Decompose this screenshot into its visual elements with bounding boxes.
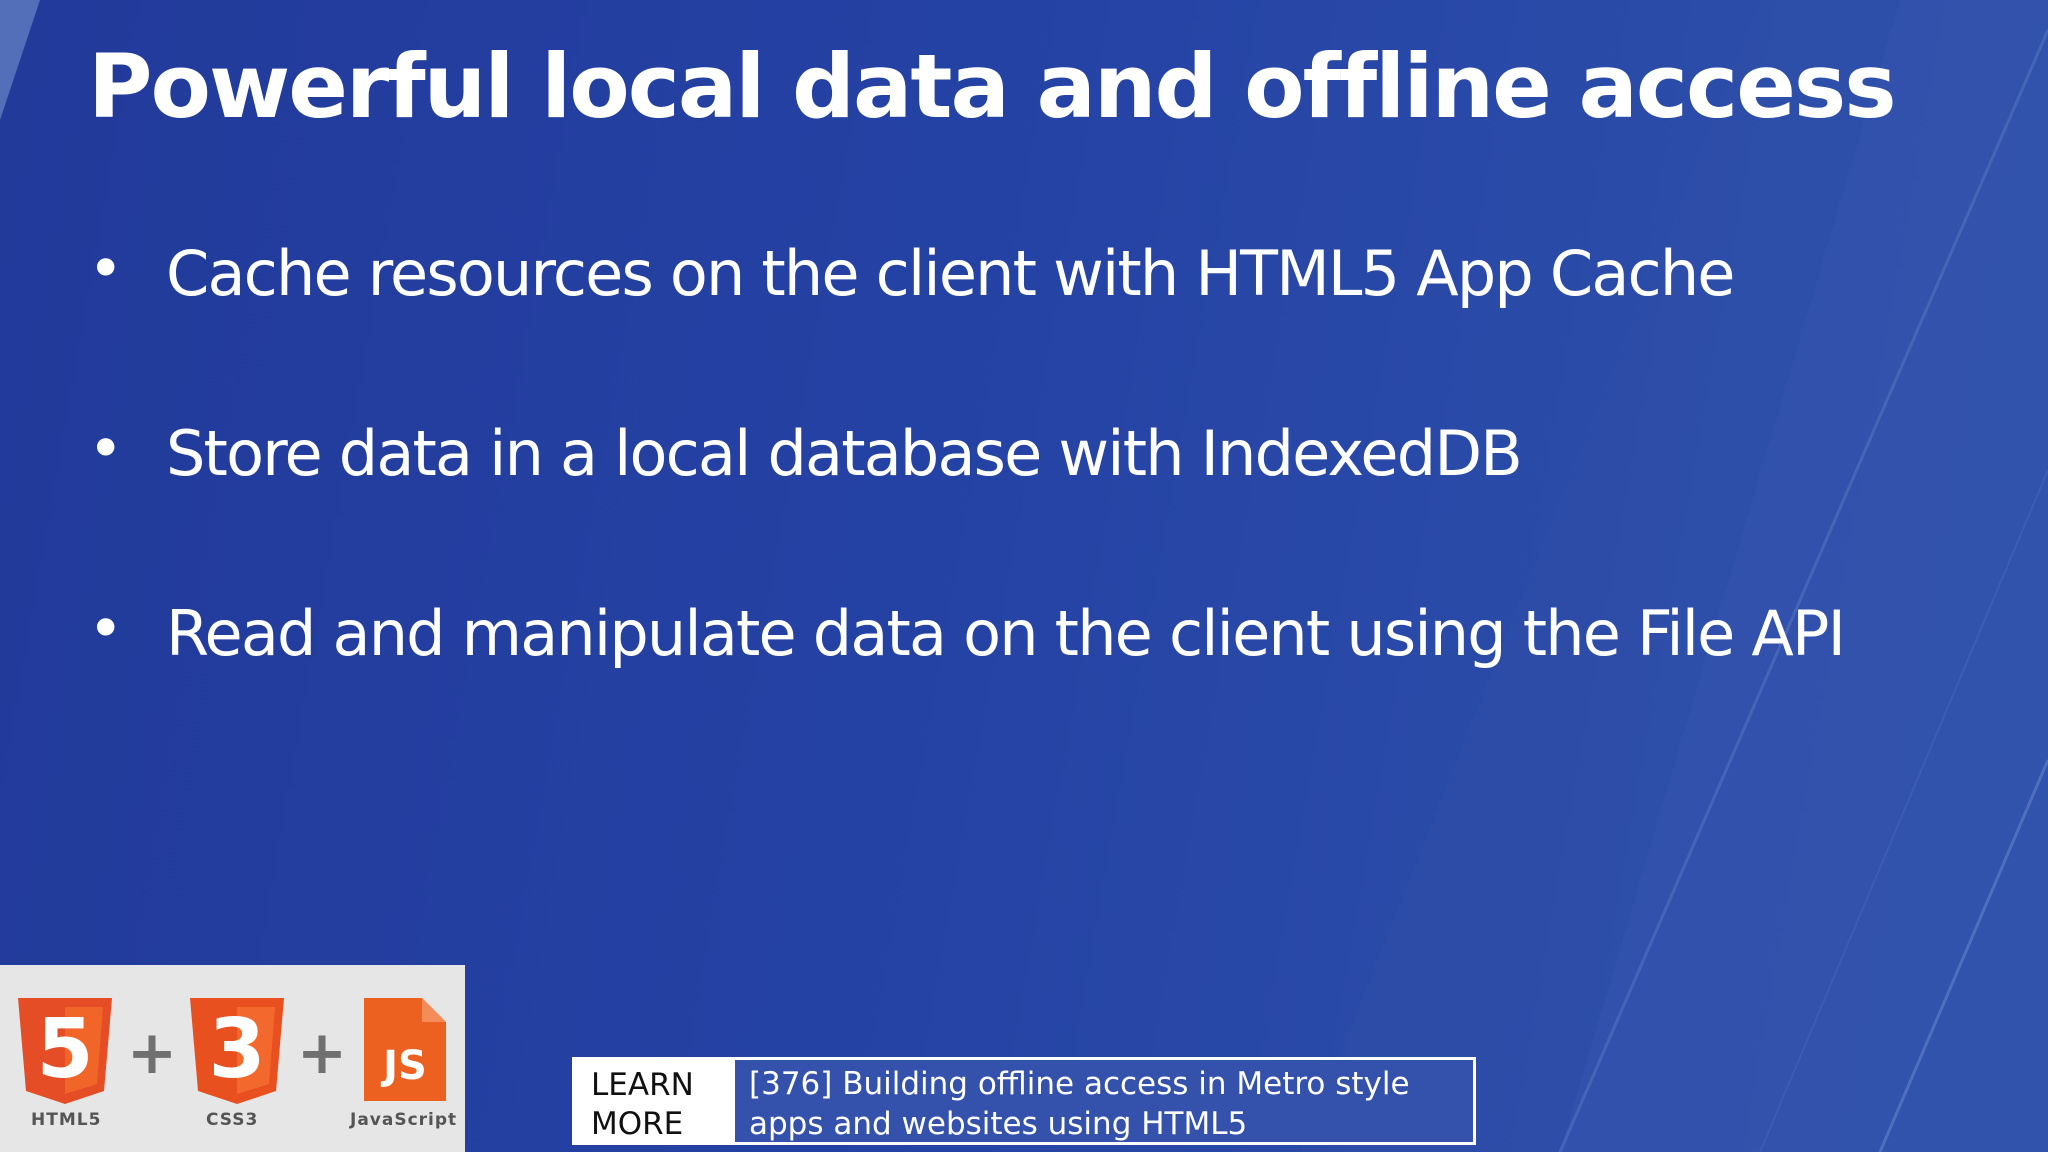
bullet-dot-icon: • xyxy=(88,414,124,484)
slide: Powerful local data and offline access •… xyxy=(0,0,2048,1152)
bullet-dot-icon: • xyxy=(88,594,124,664)
plus-icon: + xyxy=(127,1018,177,1088)
bullet-item: • Store data in a local database with In… xyxy=(88,418,1844,598)
learn-more-label-line2: MORE xyxy=(591,1106,684,1143)
html5-glyph: 5 xyxy=(36,1002,93,1097)
plus-icon: + xyxy=(297,1018,347,1088)
javascript-logo-icon: JS xyxy=(364,998,446,1101)
js-glyph: JS xyxy=(380,1043,427,1089)
learn-more-box: LEARN MORE [376] Building offline access… xyxy=(572,1057,1476,1145)
learn-more-label: LEARN MORE xyxy=(575,1060,735,1142)
bullet-text: Store data in a local database with Inde… xyxy=(166,417,1523,490)
learn-more-session: [376] Building offline access in Metro s… xyxy=(735,1060,1473,1142)
html5-label: HTML5 xyxy=(31,1110,102,1130)
bullet-item: • Read and manipulate data on the client… xyxy=(88,594,1846,778)
bullet-item: • Cache resources on the client with HTM… xyxy=(88,238,1844,418)
css3-logo-icon: 3 xyxy=(190,998,284,1104)
learn-more-session-line2: apps and websites using HTML5 xyxy=(749,1106,1248,1143)
bullet-dot-icon: • xyxy=(88,234,124,304)
learn-more-label-line1: LEARN xyxy=(591,1067,694,1103)
html5-logo-icon: 5 xyxy=(18,998,112,1104)
slide-title: Powerful local data and offline access xyxy=(88,35,1897,138)
css3-label: CSS3 xyxy=(206,1110,259,1130)
bullet-list: • Cache resources on the client with HTM… xyxy=(88,238,1846,778)
tech-logos-panel: 5 + 3 + JS HTML5 CSS3 JavaScript xyxy=(0,965,465,1152)
learn-more-session-line1: [376] Building offline access in Metro s… xyxy=(749,1066,1410,1102)
bullet-text: Cache resources on the client with HTML5… xyxy=(166,237,1735,310)
css3-glyph: 3 xyxy=(208,1002,265,1097)
bullet-text: Read and manipulate data on the client u… xyxy=(166,597,1846,670)
javascript-label: JavaScript xyxy=(350,1110,458,1130)
